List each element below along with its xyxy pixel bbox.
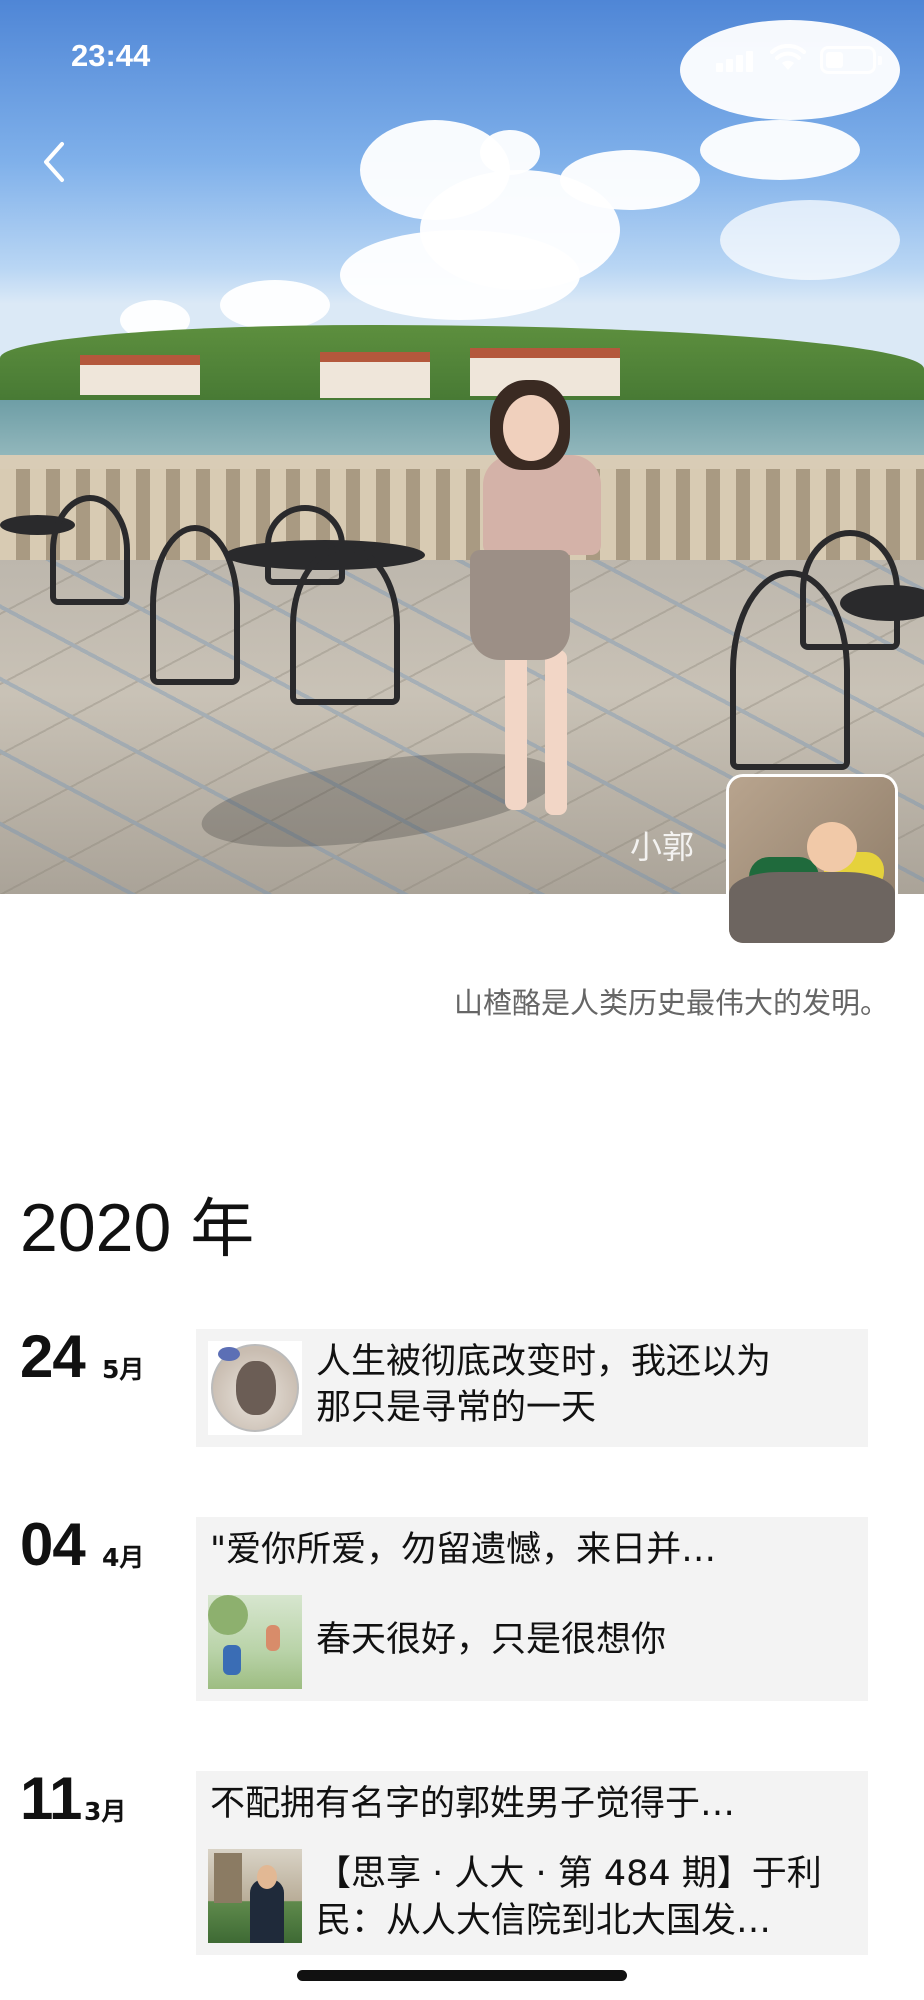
post-thumbnail [208,1849,302,1943]
home-indicator[interactable] [297,1970,627,1981]
entry-day: 11 [20,1765,82,1832]
cover-watermark: 小郭 [630,828,695,866]
timeline-post-card[interactable]: 不配拥有名字的郭姓男子觉得于… 【思享 · 人大 · 第 484 期】于利 民：… [196,1771,868,1955]
battery-icon [820,46,882,74]
year-number: 2020 [20,1190,172,1266]
entry-month: 5月 [102,1355,145,1384]
entry-month: 4月 [102,1543,145,1572]
entry-month: 3月 [84,1797,127,1826]
back-icon[interactable] [36,138,76,188]
profile-avatar[interactable] [729,777,895,943]
status-time: 23:44 [71,38,151,73]
entry-day: 04 [20,1511,86,1578]
post-text-line: 民：从人大信院到北大国发… [316,1901,772,1941]
year-unit: 年 [190,1193,255,1267]
post-text-line: 春天很好，只是很想你 [316,1620,667,1660]
post-thumbnail [208,1595,302,1689]
post-title: 不配拥有名字的郭姓男子觉得于… [210,1784,736,1824]
post-text-line: 人生被彻底改变时，我还以为 [316,1342,772,1382]
post-text-line: 【思享 · 人大 · 第 484 期】于利 [316,1854,822,1894]
post-title: "爱你所爱，勿留遗憾，来日并… [210,1530,717,1570]
timeline-year: 2020 年 [20,1178,254,1270]
post-text-line: 那只是寻常的一天 [316,1388,597,1428]
profile-signature: 山楂酪是人类历史最伟大的发明。 [453,986,889,1020]
timeline-post-card[interactable]: "爱你所爱，勿留遗憾，来日并… 春天很好，只是很想你 [196,1517,868,1701]
timeline-post-card[interactable]: 人生被彻底改变时，我还以为 那只是寻常的一天 [196,1329,868,1447]
post-thumbnail [208,1341,302,1435]
entry-day: 24 [20,1323,86,1390]
wifi-icon [770,43,806,72]
cover-photo[interactable]: 小郭 [0,0,924,894]
signal-icon [716,48,758,72]
